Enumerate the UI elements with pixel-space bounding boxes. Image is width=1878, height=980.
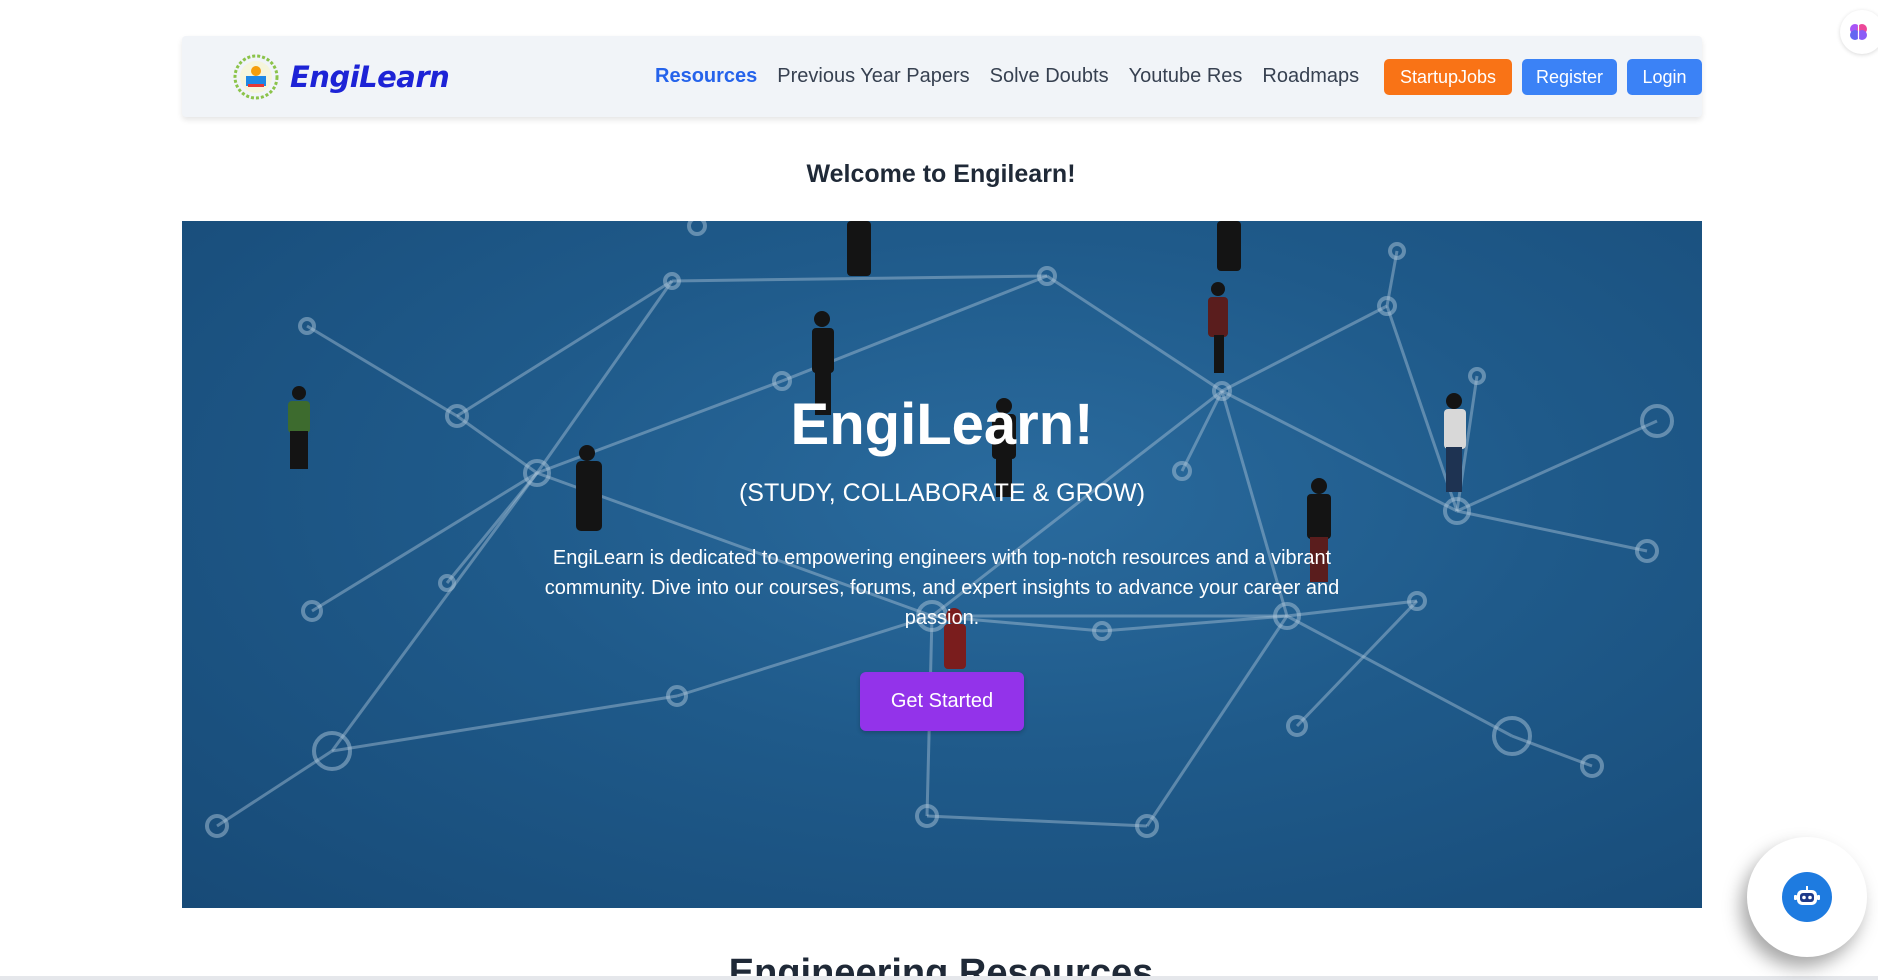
brand-name: EngiLearn — [290, 59, 450, 94]
nav-link-previous-year-papers[interactable]: Previous Year Papers — [777, 65, 969, 88]
brain-icon — [1850, 24, 1867, 40]
divider — [0, 976, 1878, 980]
engilearn-logo-icon — [232, 53, 280, 101]
nav-buttons: StartupJobs Register Login — [1384, 59, 1702, 95]
nav-link-youtube-res[interactable]: Youtube Res — [1129, 65, 1243, 88]
navbar: EngiLearn Resources Previous Year Papers… — [182, 36, 1702, 117]
welcome-heading: Welcome to Engilearn! — [806, 160, 1076, 188]
robot-icon — [1782, 872, 1832, 922]
nav-links: Resources Previous Year Papers Solve Dou… — [655, 36, 1379, 117]
hero-subtitle: (STUDY, COLLABORATE & GROW) — [738, 479, 1146, 507]
nav-link-resources[interactable]: Resources — [655, 65, 757, 88]
hero-banner: EngiLearn! (STUDY, COLLABORATE & GROW) E… — [182, 221, 1702, 908]
login-button[interactable]: Login — [1627, 59, 1702, 95]
chatbot-button[interactable] — [1747, 837, 1867, 957]
hero-title: EngiLearn! — [790, 392, 1094, 457]
hero-description: EngiLearn is dedicated to empowering eng… — [544, 547, 1340, 629]
get-started-button[interactable]: Get Started — [860, 672, 1024, 731]
nav-link-solve-doubts[interactable]: Solve Doubts — [990, 65, 1109, 88]
nav-link-roadmaps[interactable]: Roadmaps — [1262, 65, 1359, 88]
register-button[interactable]: Register — [1522, 59, 1617, 95]
brand[interactable]: EngiLearn — [232, 53, 450, 101]
hero-content: EngiLearn! (STUDY, COLLABORATE & GROW) E… — [182, 221, 1702, 908]
brain-extension-icon[interactable] — [1840, 10, 1878, 54]
startup-jobs-button[interactable]: StartupJobs — [1384, 59, 1512, 95]
